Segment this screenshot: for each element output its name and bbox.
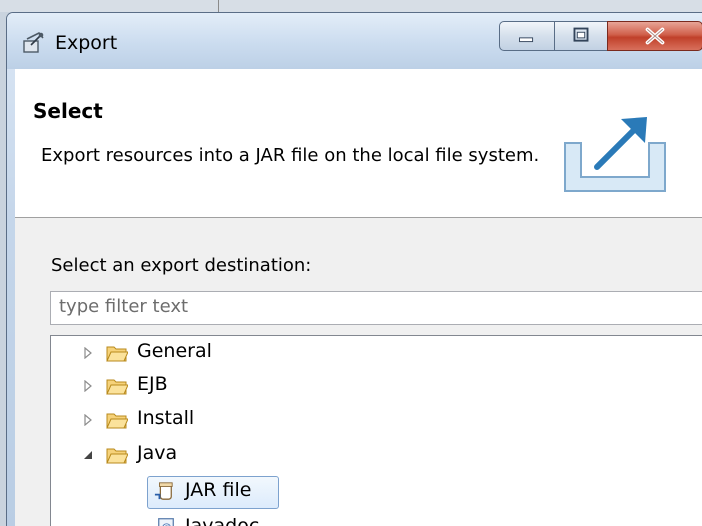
export-dialog: Export Select Export resources into a JA… bbox=[6, 12, 702, 526]
tree-item-general[interactable]: General bbox=[51, 337, 701, 369]
folder-icon bbox=[106, 379, 128, 395]
background-strip bbox=[0, 0, 702, 12]
maximize-icon bbox=[573, 27, 589, 42]
expand-arrow-icon bbox=[84, 414, 92, 426]
expand-arrow-icon bbox=[84, 380, 92, 392]
tree-item-label: General bbox=[137, 340, 212, 362]
title-bar[interactable]: Export bbox=[7, 13, 702, 69]
minimize-icon bbox=[519, 37, 534, 43]
jar-icon bbox=[154, 482, 173, 500]
svg-text:@: @ bbox=[161, 523, 171, 526]
filter-input[interactable]: type filter text bbox=[50, 291, 702, 325]
background-divider bbox=[218, 0, 219, 12]
tree-item-label: Install bbox=[137, 407, 195, 429]
close-button[interactable] bbox=[607, 21, 702, 51]
tree-item-ejb[interactable]: EJB bbox=[51, 370, 701, 402]
tree-item-javadoc[interactable]: @ Javadoc bbox=[147, 512, 347, 526]
tree-item-label: Java bbox=[137, 442, 178, 464]
tree-item-java[interactable]: Java bbox=[51, 439, 701, 471]
tree-item-label: Javadoc bbox=[185, 515, 260, 526]
window-title: Export bbox=[55, 32, 118, 54]
expand-arrow-icon bbox=[84, 347, 92, 359]
folder-icon bbox=[106, 413, 128, 429]
tree-item-jar-file[interactable]: JAR file bbox=[147, 476, 279, 508]
tree-item-install[interactable]: Install bbox=[51, 404, 701, 436]
page-title: Select bbox=[33, 99, 103, 123]
destination-label: Select an export destination: bbox=[51, 255, 312, 276]
folder-icon bbox=[106, 346, 128, 362]
maximize-button[interactable] bbox=[554, 21, 608, 51]
minimize-button[interactable] bbox=[499, 21, 555, 51]
dialog-content: Select Export resources into a JAR file … bbox=[15, 69, 702, 526]
page-description: Export resources into a JAR file on the … bbox=[41, 145, 540, 166]
folder-open-icon bbox=[106, 448, 128, 464]
export-wizard-icon bbox=[23, 31, 44, 53]
collapse-arrow-icon bbox=[84, 451, 92, 459]
tree-item-label: EJB bbox=[137, 373, 168, 395]
export-banner-icon bbox=[564, 117, 666, 192]
wizard-header: Select Export resources into a JAR file … bbox=[15, 69, 702, 218]
close-icon bbox=[645, 27, 665, 45]
destination-tree[interactable]: General EJB Install Java JAR file Javado… bbox=[50, 335, 702, 526]
tree-item-label: JAR file bbox=[185, 479, 252, 501]
